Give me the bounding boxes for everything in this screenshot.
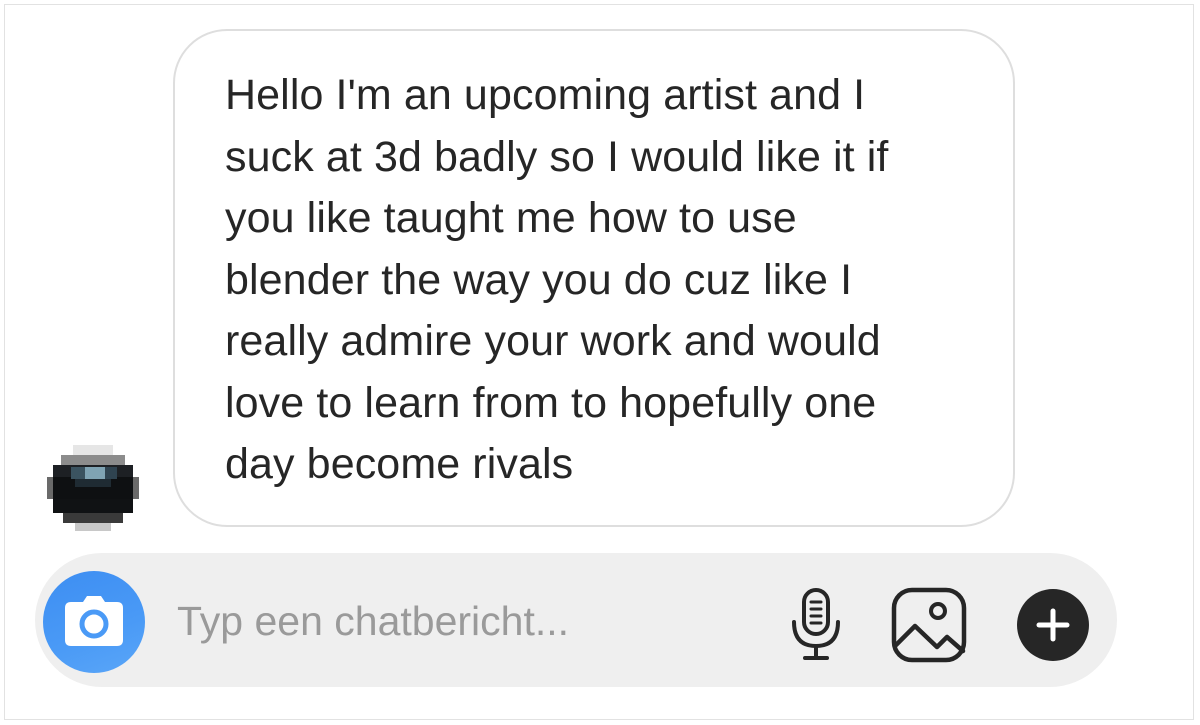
camera-icon (65, 596, 123, 646)
message-bubble[interactable]: Hello I'm an upcoming artist and I suck … (173, 29, 1015, 527)
plus-icon (1036, 608, 1070, 642)
message-text: Hello I'm an upcoming artist and I suck … (225, 71, 889, 488)
avatar[interactable] (47, 445, 139, 531)
gallery-button[interactable] (891, 587, 967, 663)
camera-button[interactable] (43, 571, 145, 673)
pixelated-avatar-image (47, 445, 139, 531)
message-row: Hello I'm an upcoming artist and I suck … (5, 5, 1195, 545)
chat-window: Hello I'm an upcoming artist and I suck … (4, 4, 1194, 720)
more-options-button[interactable] (1017, 589, 1089, 661)
message-input[interactable] (175, 587, 739, 655)
message-composer (35, 553, 1117, 687)
microphone-icon (792, 588, 840, 660)
image-gallery-icon (891, 587, 967, 663)
microphone-button[interactable] (787, 587, 845, 661)
